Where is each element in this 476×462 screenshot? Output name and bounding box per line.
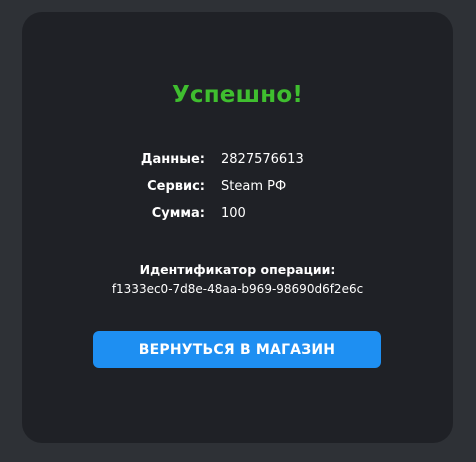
success-card: Успешно! Данные: 2827576613 Сервис: Stea… — [22, 12, 453, 443]
detail-row-amount: Сумма: 100 — [22, 200, 453, 227]
operation-id-value: f1333ec0-7d8e-48aa-b969-98690d6f2e6c — [111, 282, 364, 296]
back-to-store-button[interactable]: ВЕРНУТЬСЯ В МАГАЗИН — [93, 331, 381, 368]
detail-label: Сервис: — [147, 179, 205, 194]
detail-row-service: Сервис: Steam РФ — [22, 173, 453, 200]
payment-details: Данные: 2827576613 Сервис: Steam РФ Сумм… — [22, 146, 453, 227]
operation-id-label: Идентификатор операции: — [139, 262, 336, 277]
detail-row-data: Данные: 2827576613 — [22, 146, 453, 173]
detail-label: Сумма: — [151, 206, 205, 221]
detail-label: Данные: — [140, 152, 205, 167]
success-title: Успешно! — [171, 82, 304, 108]
detail-value: 100 — [221, 206, 246, 221]
detail-value: Steam РФ — [221, 179, 287, 194]
detail-value: 2827576613 — [221, 152, 304, 167]
